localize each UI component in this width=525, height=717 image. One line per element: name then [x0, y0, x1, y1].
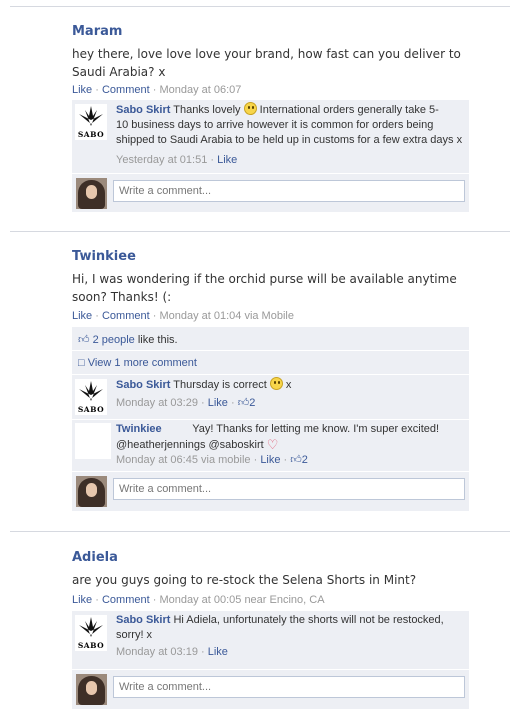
message-line: are you guys going to re-stock the Selen… [72, 573, 417, 587]
sabo-logo[interactable]: SABO [75, 104, 107, 140]
post-divider [10, 531, 510, 532]
reply-author[interactable]: Sabo Skirt [116, 379, 170, 391]
reply-meta: Monday at 03:19 · Like [116, 646, 228, 658]
reply-line: @heatherjennings @saboskirt [116, 439, 264, 451]
reply-line: 10 business days to arrive however it is… [116, 119, 434, 131]
likes-row: 👍︎ 2 people like this. [72, 327, 469, 350]
reply-sabo: SABO Sabo Skirt Thursday is correct x Mo… [72, 375, 469, 417]
avatar[interactable] [76, 476, 107, 507]
reply-line: International orders generally take 5- [259, 104, 439, 116]
logo-text: SABO [77, 130, 105, 139]
post-message: Hi, I was wondering if the orchid purse … [72, 270, 482, 306]
comment-input[interactable]: Write a comment... [113, 478, 465, 500]
reply-text: Sabo Skirt Thanks lovely International o… [116, 102, 464, 148]
comments-box: 👍︎ 2 people like this. □ View 1 more com… [72, 327, 469, 511]
post-author[interactable]: Adiela [72, 550, 118, 565]
reply-like-link[interactable]: Like [217, 154, 237, 166]
post-time[interactable]: Monday at 01:04 via Mobile [159, 310, 294, 322]
post-meta: Like · Comment · Monday at 01:04 via Mob… [72, 310, 294, 322]
reply-time[interactable]: Monday at 03:19 [116, 646, 198, 658]
sabo-logo[interactable]: SABO [75, 615, 107, 651]
reply-line: shipped to Saudi Arabia to be held up in… [116, 134, 463, 146]
comment-composer: Write a comment... [72, 174, 469, 212]
reply-line: Hi Adiela, unfortunately the shorts will… [173, 614, 444, 626]
avatar[interactable] [75, 423, 111, 459]
swallow-icon [79, 381, 103, 401]
reply-twinkiee: Twinkiee Yay! Thanks for letting me know… [72, 420, 469, 470]
comment-link[interactable]: Comment [102, 84, 150, 96]
reply-meta: Monday at 06:45 via mobile · Like · 👍︎2 [116, 454, 308, 466]
reply-like-count[interactable]: 2 [249, 397, 255, 409]
reply-meta: Monday at 03:29 · Like · 👍︎2 [116, 397, 256, 409]
comment-input[interactable]: Write a comment... [113, 180, 465, 202]
comments-box: SABO Sabo Skirt Hi Adiela, unfortunately… [72, 611, 469, 709]
reply-sabo: SABO Sabo Skirt Thanks lovely Internatio… [72, 100, 469, 172]
message-line: soon? Thanks! (: [72, 290, 172, 304]
view-more-comments-link[interactable]: View 1 more comment [88, 357, 197, 369]
reply-like-link[interactable]: Like [260, 454, 280, 466]
reply-line: sorry! x [116, 629, 153, 641]
message-line: Saudi Arabia? x [72, 65, 166, 79]
thumbs-up-icon: 👍︎ [290, 454, 302, 466]
comment-link[interactable]: Comment [102, 594, 150, 606]
reply-like-count[interactable]: 2 [302, 454, 308, 466]
like-link[interactable]: Like [72, 594, 92, 606]
likes-people-link[interactable]: 2 people [93, 334, 135, 346]
thumbs-up-icon: 👍︎ [78, 334, 90, 346]
comment-composer: Write a comment... [72, 670, 469, 708]
post-message: are you guys going to re-stock the Selen… [72, 571, 482, 589]
comment-link[interactable]: Comment [102, 310, 150, 322]
reply-time[interactable]: Monday at 03:29 [116, 397, 198, 409]
smiley-icon [243, 102, 257, 115]
comments-box: SABO Sabo Skirt Thanks lovely Internatio… [72, 100, 469, 212]
post-message: hey there, love love love your brand, ho… [72, 45, 482, 81]
reply-sabo: SABO Sabo Skirt Hi Adiela, unfortunately… [72, 611, 469, 669]
reply-like-link[interactable]: Like [208, 397, 228, 409]
reply-text: Twinkiee Yay! Thanks for letting me know… [116, 422, 464, 453]
smiley-icon [269, 377, 283, 390]
comment-input[interactable]: Write a comment... [113, 676, 465, 698]
comment-bubble-icon: □ [78, 357, 85, 369]
like-link[interactable]: Like [72, 310, 92, 322]
avatar[interactable] [76, 178, 107, 209]
reply-time[interactable]: Monday at 06:45 via mobile [116, 454, 251, 466]
message-line: Hi, I was wondering if the orchid purse … [72, 272, 457, 286]
view-more-row[interactable]: □ View 1 more comment [72, 351, 469, 374]
reply-author[interactable]: Sabo Skirt [116, 614, 170, 626]
post-meta: Like · Comment · Monday at 06:07 [72, 84, 242, 96]
thumbs-up-icon: 👍︎ [237, 397, 250, 409]
post-time[interactable]: Monday at 00:05 near Encino, CA [159, 594, 324, 606]
swallow-icon [79, 106, 103, 126]
post-time[interactable]: Monday at 06:07 [159, 84, 241, 96]
reply-like-link[interactable]: Like [208, 646, 228, 658]
top-divider [10, 6, 510, 7]
reply-text: Sabo Skirt Hi Adiela, unfortunately the … [116, 613, 464, 643]
logo-text: SABO [77, 641, 105, 650]
post-meta: Like · Comment · Monday at 00:05 near En… [72, 594, 325, 606]
likes-text: like this. [137, 334, 178, 346]
reply-line: Yay! Thanks for letting me know. I'm sup… [192, 423, 440, 435]
sabo-logo[interactable]: SABO [75, 379, 107, 415]
message-line: hey there, love love love your brand, ho… [72, 47, 461, 61]
logo-text: SABO [77, 405, 105, 414]
reply-time[interactable]: Yesterday at 01:51 [116, 154, 207, 166]
like-link[interactable]: Like [72, 84, 92, 96]
comment-composer: Write a comment... [72, 472, 469, 510]
post-divider [10, 231, 510, 232]
post-author[interactable]: Maram [72, 24, 122, 39]
post-author[interactable]: Twinkiee [72, 249, 136, 264]
reply-line: Thursday is correct [173, 379, 267, 391]
reply-text: Sabo Skirt Thursday is correct x [116, 377, 464, 393]
reply-meta: Yesterday at 01:51 · Like [116, 154, 238, 166]
reply-line: Thanks lovely [173, 104, 241, 116]
reply-line: x [285, 379, 292, 391]
reply-author[interactable]: Sabo Skirt [116, 104, 170, 116]
avatar[interactable] [76, 674, 107, 705]
reply-author[interactable]: Twinkiee [116, 423, 162, 435]
swallow-icon [79, 617, 103, 637]
heart-icon: ♡ [266, 437, 279, 452]
